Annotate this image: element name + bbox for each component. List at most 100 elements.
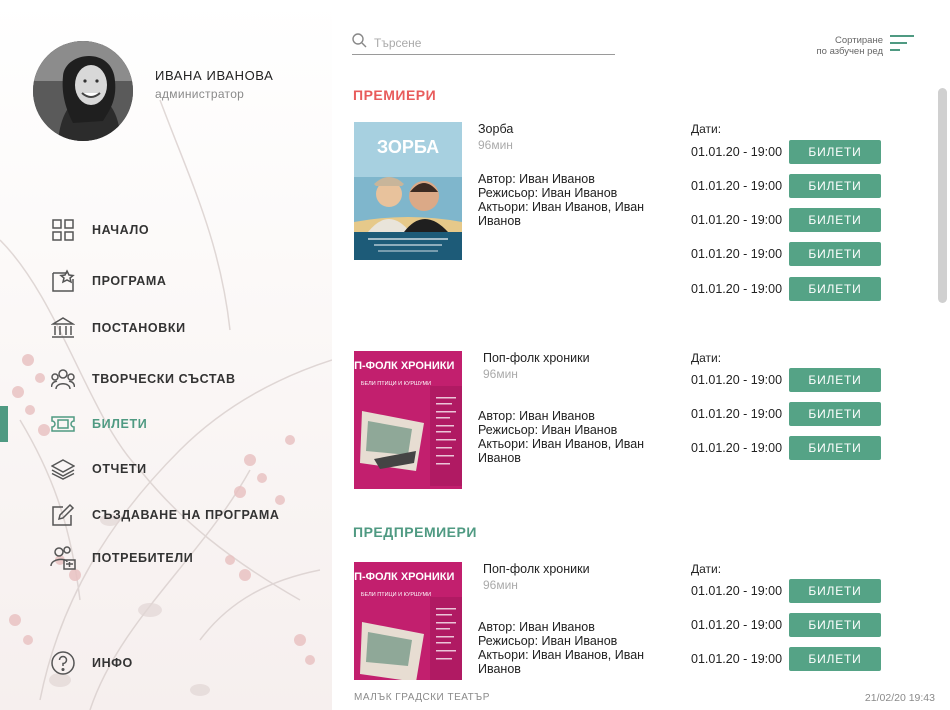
tickets-button[interactable]: БИЛЕТИ xyxy=(789,208,881,232)
poster-title-pop-folk: ПОП-ФОЛК ХРОНИКИ xyxy=(354,360,454,372)
poster-pop-folk-chronicles[interactable]: ПОП-ФОЛК ХРОНИКИ БЕЛИ ПТИЦИ И КУРШУМИ xyxy=(354,351,462,489)
showtime-row: 01.01.20 - 19:00 БИЛЕТИ xyxy=(691,242,881,266)
search-bar[interactable] xyxy=(352,32,615,55)
showtime-row: 01.01.20 - 19:00 БИЛЕТИ xyxy=(691,277,881,301)
sort-label-line2: по азбучен ред xyxy=(816,45,884,57)
nav-item-tickets[interactable]: БИЛЕТИ xyxy=(50,410,147,438)
team-icon xyxy=(50,366,76,392)
play-director: Режисьор: Иван Иванов xyxy=(478,634,618,648)
tickets-button[interactable]: БИЛЕТИ xyxy=(789,277,881,301)
showtime-date: 01.01.20 - 19:00 xyxy=(691,145,783,159)
showtime-date: 01.01.20 - 19:00 xyxy=(691,213,783,227)
play-card-pop-folk-chronicles: ПОП-ФОЛК ХРОНИКИ БЕЛИ ПТИЦИ И КУРШУМИ По… xyxy=(354,351,914,491)
section-title-prepremieres: ПРЕДПРЕМИЕРИ xyxy=(353,524,477,540)
user-role: администратор xyxy=(155,87,245,101)
sort-control[interactable]: Сортиране по азбучен ред xyxy=(817,34,916,57)
showtime-row: 01.01.20 - 19:00 БИЛЕТИ xyxy=(691,140,881,164)
theatre-building-icon xyxy=(50,315,76,341)
nav-item-program[interactable]: ПРОГРАМА xyxy=(50,267,166,295)
tickets-button[interactable]: БИЛЕТИ xyxy=(789,579,881,603)
nav-item-users[interactable]: ПОТРЕБИТЕЛИ xyxy=(50,544,193,572)
poster-pop-folk-chronicles[interactable]: ПОП-ФОЛК ХРОНИКИ БЕЛИ ПТИЦИ И КУРШУМИ xyxy=(354,562,462,680)
sort-label-line1: Сортиране xyxy=(835,34,883,46)
tickets-button[interactable]: БИЛЕТИ xyxy=(789,174,881,198)
tickets-button[interactable]: БИЛЕТИ xyxy=(789,402,881,426)
nav-item-productions[interactable]: ПОСТАНОВКИ xyxy=(50,314,186,342)
sidebar: ИВАНА ИВАНОВА администратор НАЧАЛО ПРОГР… xyxy=(0,0,332,710)
play-title[interactable]: Зорба xyxy=(478,122,513,136)
tickets-button[interactable]: БИЛЕТИ xyxy=(789,613,881,637)
showtime-row: 01.01.20 - 19:00 БИЛЕТИ xyxy=(691,436,881,460)
play-actors: Актьори: Иван Иванов, Иван Иванов xyxy=(478,648,645,676)
active-nav-indicator xyxy=(0,406,8,442)
play-director: Режисьор: Иван Иванов xyxy=(478,186,618,200)
showtime-date: 01.01.20 - 19:00 xyxy=(691,179,783,193)
section-title-premieres: ПРЕМИЕРИ xyxy=(353,87,437,103)
play-credits: Автор: Иван Иванов Режисьор: Иван Иванов… xyxy=(478,172,658,228)
nav-item-creative-team[interactable]: ТВОРЧЕСКИ СЪСТАВ xyxy=(50,365,236,393)
nav-item-create-program[interactable]: СЪЗДАВАНЕ НА ПРОГРАМА xyxy=(50,501,280,529)
users-icon xyxy=(50,545,76,571)
play-title[interactable]: Поп-фолк хроники xyxy=(483,351,590,365)
nav-item-reports[interactable]: ОТЧЕТИ xyxy=(50,455,147,483)
ticket-icon xyxy=(50,411,76,437)
user-photo xyxy=(33,41,133,141)
nav-label-create-program: СЪЗДАВАНЕ НА ПРОГРАМА xyxy=(92,508,280,522)
showtime-row: 01.01.20 - 19:00 БИЛЕТИ xyxy=(691,647,881,671)
nav-label-users: ПОТРЕБИТЕЛИ xyxy=(92,551,194,565)
play-actors: Актьори: Иван Иванов, Иван Иванов xyxy=(478,200,645,228)
main-content: Сортиране по азбучен ред ПРЕМИЕРИ ЗОРБА xyxy=(332,0,950,710)
play-author: Автор: Иван Иванов xyxy=(478,620,595,634)
showtime-row: 01.01.20 - 19:00 БИЛЕТИ xyxy=(691,402,881,426)
play-card-zorba: ЗОРБА Зорба 96мин Автор: Иван Иванов Реж… xyxy=(354,122,914,301)
nav-label-reports: ОТЧЕТИ xyxy=(92,462,147,476)
showtime-date: 01.01.20 - 19:00 xyxy=(691,282,783,296)
search-icon xyxy=(352,33,367,53)
poster-subtitle-pop-folk: БЕЛИ ПТИЦИ И КУРШУМИ xyxy=(361,381,431,387)
play-actors: Актьори: Иван Иванов, Иван Иванов xyxy=(478,437,645,465)
user-name: ИВАНА ИВАНОВА xyxy=(155,68,274,83)
play-credits: Автор: Иван Иванов Режисьор: Иван Иванов… xyxy=(478,409,658,465)
tickets-button[interactable]: БИЛЕТИ xyxy=(789,436,881,460)
play-director: Режисьор: Иван Иванов xyxy=(478,423,618,437)
showtime-row: 01.01.20 - 19:00 БИЛЕТИ xyxy=(691,368,881,392)
poster-subtitle-pop-folk: БЕЛИ ПТИЦИ И КУРШУМИ xyxy=(361,592,431,598)
showtime-date: 01.01.20 - 19:00 xyxy=(691,652,783,666)
avatar[interactable] xyxy=(33,41,133,141)
sort-icon xyxy=(889,34,915,57)
nav-item-home[interactable]: НАЧАЛО xyxy=(50,216,149,244)
tickets-button[interactable]: БИЛЕТИ xyxy=(789,647,881,671)
play-duration: 96мин xyxy=(483,367,518,381)
play-author: Автор: Иван Иванов xyxy=(478,409,595,423)
play-card-pop-folk-chronicles-pre: ПОП-ФОЛК ХРОНИКИ БЕЛИ ПТИЦИ И КУРШУМИ По… xyxy=(354,562,914,682)
showtime-row: 01.01.20 - 19:00 БИЛЕТИ xyxy=(691,613,881,637)
tickets-button[interactable]: БИЛЕТИ xyxy=(789,242,881,266)
scrollbar[interactable] xyxy=(938,88,947,303)
tickets-button[interactable]: БИЛЕТИ xyxy=(789,368,881,392)
poster-title-pop-folk: ПОП-ФОЛК ХРОНИКИ xyxy=(354,571,454,583)
dates-label: Дати: xyxy=(691,562,722,576)
nav-label-productions: ПОСТАНОВКИ xyxy=(92,321,186,335)
showtime-date: 01.01.20 - 19:00 xyxy=(691,618,783,632)
dates-label: Дати: xyxy=(691,122,722,136)
play-title[interactable]: Поп-фолк хроники xyxy=(483,562,590,576)
showtime-date: 01.01.20 - 19:00 xyxy=(691,373,783,387)
poster-title-zorba: ЗОРБА xyxy=(377,137,439,157)
calendar-star-icon xyxy=(50,268,76,294)
nav-label-creative-team: ТВОРЧЕСКИ СЪСТАВ xyxy=(92,372,236,386)
nav-label-program: ПРОГРАМА xyxy=(92,274,167,288)
sort-label: Сортиране по азбучен ред xyxy=(817,35,884,57)
nav-label-tickets: БИЛЕТИ xyxy=(92,417,148,431)
showtime-date: 01.01.20 - 19:00 xyxy=(691,441,783,455)
showtime-date: 01.01.20 - 19:00 xyxy=(691,247,783,261)
play-duration: 96мин xyxy=(478,138,513,152)
tickets-button[interactable]: БИЛЕТИ xyxy=(789,140,881,164)
poster-zorba[interactable]: ЗОРБА xyxy=(354,122,462,260)
layers-icon xyxy=(50,456,76,482)
search-input[interactable] xyxy=(372,35,606,51)
nav-item-info[interactable]: ИНФО xyxy=(50,649,133,677)
play-duration: 96мин xyxy=(483,578,518,592)
footer-theatre-name: МАЛЪК ГРАДСКИ ТЕАТЪР xyxy=(354,692,490,703)
showtime-row: 01.01.20 - 19:00 БИЛЕТИ xyxy=(691,579,881,603)
play-credits: Автор: Иван Иванов Режисьор: Иван Иванов… xyxy=(478,620,658,676)
